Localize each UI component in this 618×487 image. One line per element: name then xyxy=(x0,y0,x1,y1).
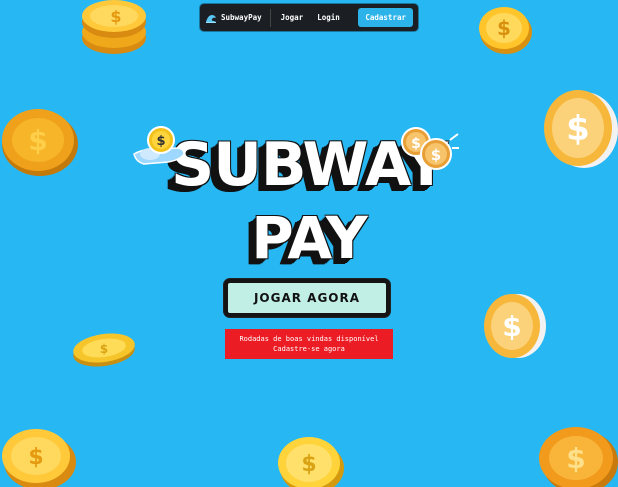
welcome-promo-banner[interactable]: Rodadas de boas vindas disponível Cadast… xyxy=(225,329,393,359)
brand-name: SubwayPay xyxy=(221,13,262,22)
nav-divider xyxy=(269,8,271,27)
promo-text: Rodadas de boas vindas disponível xyxy=(239,335,379,343)
dollar-coin-icon: $ xyxy=(539,427,618,487)
hand-coin-icon: $ xyxy=(133,126,185,165)
hero-title-line1: SUBWAY xyxy=(170,130,448,200)
svg-text:$: $ xyxy=(502,310,521,343)
svg-text:$: $ xyxy=(566,442,585,475)
svg-text:$: $ xyxy=(28,124,47,157)
svg-text:$: $ xyxy=(566,109,590,149)
hero-title-line2: PAY xyxy=(251,204,368,272)
svg-text:$: $ xyxy=(431,146,441,164)
promo-signup-link[interactable]: Cadastre-se agora xyxy=(225,344,393,354)
dollar-coin-icon: $ xyxy=(544,90,618,168)
svg-text:$: $ xyxy=(156,134,165,149)
svg-text:$: $ xyxy=(497,16,511,40)
top-nav: SubwayPay Jogar Login Cadastrar xyxy=(200,4,418,31)
dollar-coin-icon: $ xyxy=(2,109,78,176)
wave-icon xyxy=(206,14,216,23)
dollar-coin-icon: $ xyxy=(73,333,135,367)
dollar-coin-icon: $ xyxy=(278,437,344,487)
nav-link-jogar[interactable]: Jogar xyxy=(277,10,308,25)
brand-logo[interactable]: SubwayPay xyxy=(205,12,262,24)
dollar-coin-icon: $ xyxy=(484,294,546,358)
svg-text:$: $ xyxy=(301,452,316,477)
svg-text:$: $ xyxy=(411,136,421,152)
dollar-coin-icon: $ xyxy=(2,429,76,487)
dollar-coin-icon: $ xyxy=(82,0,146,54)
play-now-button[interactable]: JOGAR AGORA xyxy=(224,279,390,317)
svg-text:$: $ xyxy=(110,7,121,26)
svg-text:$: $ xyxy=(28,445,43,470)
dollar-coin-icon: $ $ xyxy=(401,127,459,170)
dollar-coin-icon: $ xyxy=(479,7,532,54)
cadastrar-button[interactable]: Cadastrar xyxy=(358,8,413,27)
svg-text:$: $ xyxy=(100,342,108,356)
nav-link-login[interactable]: Login xyxy=(313,10,344,25)
